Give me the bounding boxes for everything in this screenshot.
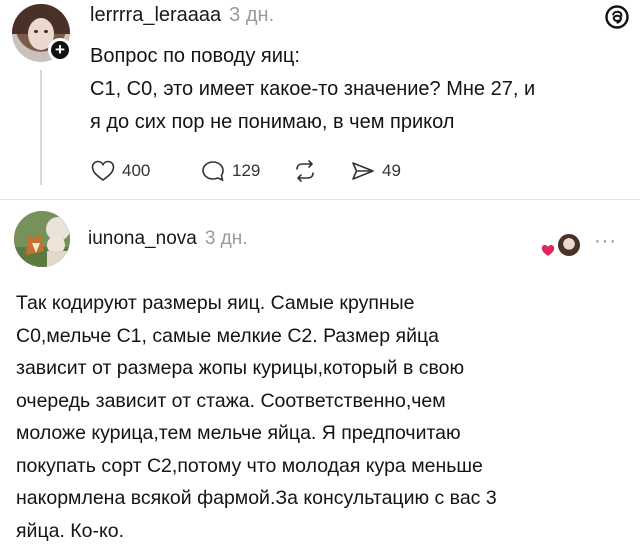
repost-button[interactable] [292, 159, 350, 183]
reply-author-avatar[interactable] [14, 211, 70, 267]
reply-line: очередь зависит от стажа. Соответственно… [16, 389, 446, 412]
thread-connector-line [40, 70, 42, 185]
reply-line: накормлена всякой фармой.За консультацию… [16, 487, 497, 509]
reply-line: Так кодируют размеры яиц. Самые крупные [16, 292, 415, 314]
repost-icon [296, 160, 314, 182]
reply-header: iunona_nova 3 дн. [88, 228, 248, 250]
liked-heart-icon [541, 245, 555, 256]
comment-button[interactable]: 129 [200, 159, 292, 183]
more-icon[interactable]: ··· [594, 230, 617, 253]
comment-icon [202, 161, 224, 182]
reply-body: Так кодируют размеры яиц. Самые крупные … [16, 287, 628, 547]
fox-avatar-image [14, 211, 70, 267]
share-icon [352, 162, 374, 180]
like-count: 400 [122, 161, 151, 180]
post-line: Вопрос по поводу яиц: [90, 45, 300, 67]
reply-username[interactable]: iunona_nova [88, 228, 197, 249]
liked-by-author-avatar [556, 232, 582, 258]
post-time: 3 дн. [229, 4, 275, 26]
post-body: Вопрос по поводу яиц: С1, С0, это имеет … [90, 40, 630, 139]
share-count: 49 [382, 161, 401, 180]
post-username[interactable]: lerrrra_leraaaa [90, 4, 221, 26]
share-button[interactable]: 49 [350, 159, 401, 183]
reply-line: зависит от размера жопы курицы,который в… [16, 357, 465, 379]
reply-time: 3 дн. [204, 228, 248, 249]
reply-line: яйца. Ко-ко. [16, 519, 125, 542]
reply-line: моложе курица,тем мельче яйца. Я предпоч… [16, 422, 461, 444]
threads-post-screen: + lerrrra_leraaaa 3 дн. Вопрос по поводу … [0, 0, 640, 556]
post-actions: 400 129 49 [90, 156, 401, 186]
post-line: С1, С0, это имеет какое-то значение? Мне… [90, 78, 536, 100]
like-button[interactable]: 400 [90, 159, 200, 183]
post-header: lerrrra_leraaaa 3 дн. [90, 4, 274, 27]
follow-plus-icon[interactable]: + [48, 38, 72, 62]
post-line: я до сих пор не понимаю, в чем прикол [90, 111, 455, 133]
reply-line: покупать сорт С2,потому что молодая кура… [16, 454, 483, 477]
heart-icon [91, 160, 115, 181]
threads-logo-icon[interactable] [604, 4, 630, 30]
reply-line: С0,мельче С1, самые мелкие С2. Размер яй… [16, 324, 439, 347]
comment-count: 129 [232, 161, 261, 180]
post-divider [0, 199, 640, 200]
